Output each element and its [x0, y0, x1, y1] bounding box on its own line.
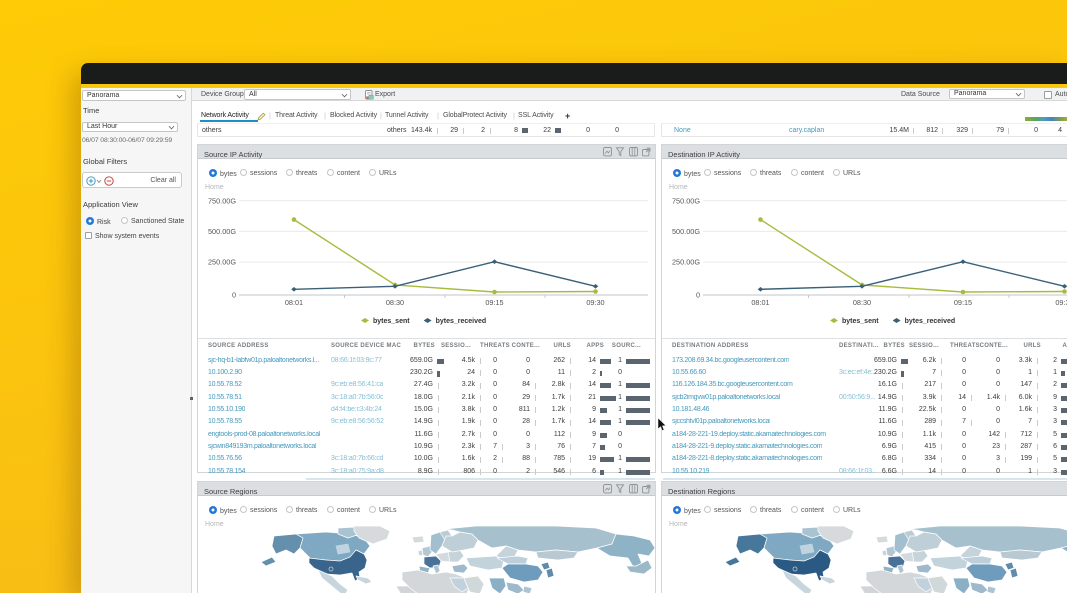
svg-text:500.00G: 500.00G	[672, 227, 700, 236]
svg-text:0: 0	[232, 291, 236, 300]
svg-text:250.00G: 250.00G	[208, 258, 236, 267]
svg-text:09:15: 09:15	[485, 298, 503, 307]
svg-text:250.00G: 250.00G	[672, 258, 700, 267]
svg-text:09:30: 09:30	[586, 298, 604, 307]
svg-text:08:30: 08:30	[853, 298, 871, 307]
svg-text:09:30: 09:30	[1055, 298, 1067, 307]
svg-text:08:01: 08:01	[751, 298, 769, 307]
svg-text:750.00G: 750.00G	[208, 196, 236, 205]
svg-text:500.00G: 500.00G	[208, 227, 236, 236]
svg-text:0: 0	[696, 291, 700, 300]
svg-text:750.00G: 750.00G	[672, 196, 700, 205]
svg-text:09:15: 09:15	[954, 298, 972, 307]
svg-text:08:01: 08:01	[285, 298, 303, 307]
svg-text:08:30: 08:30	[386, 298, 404, 307]
